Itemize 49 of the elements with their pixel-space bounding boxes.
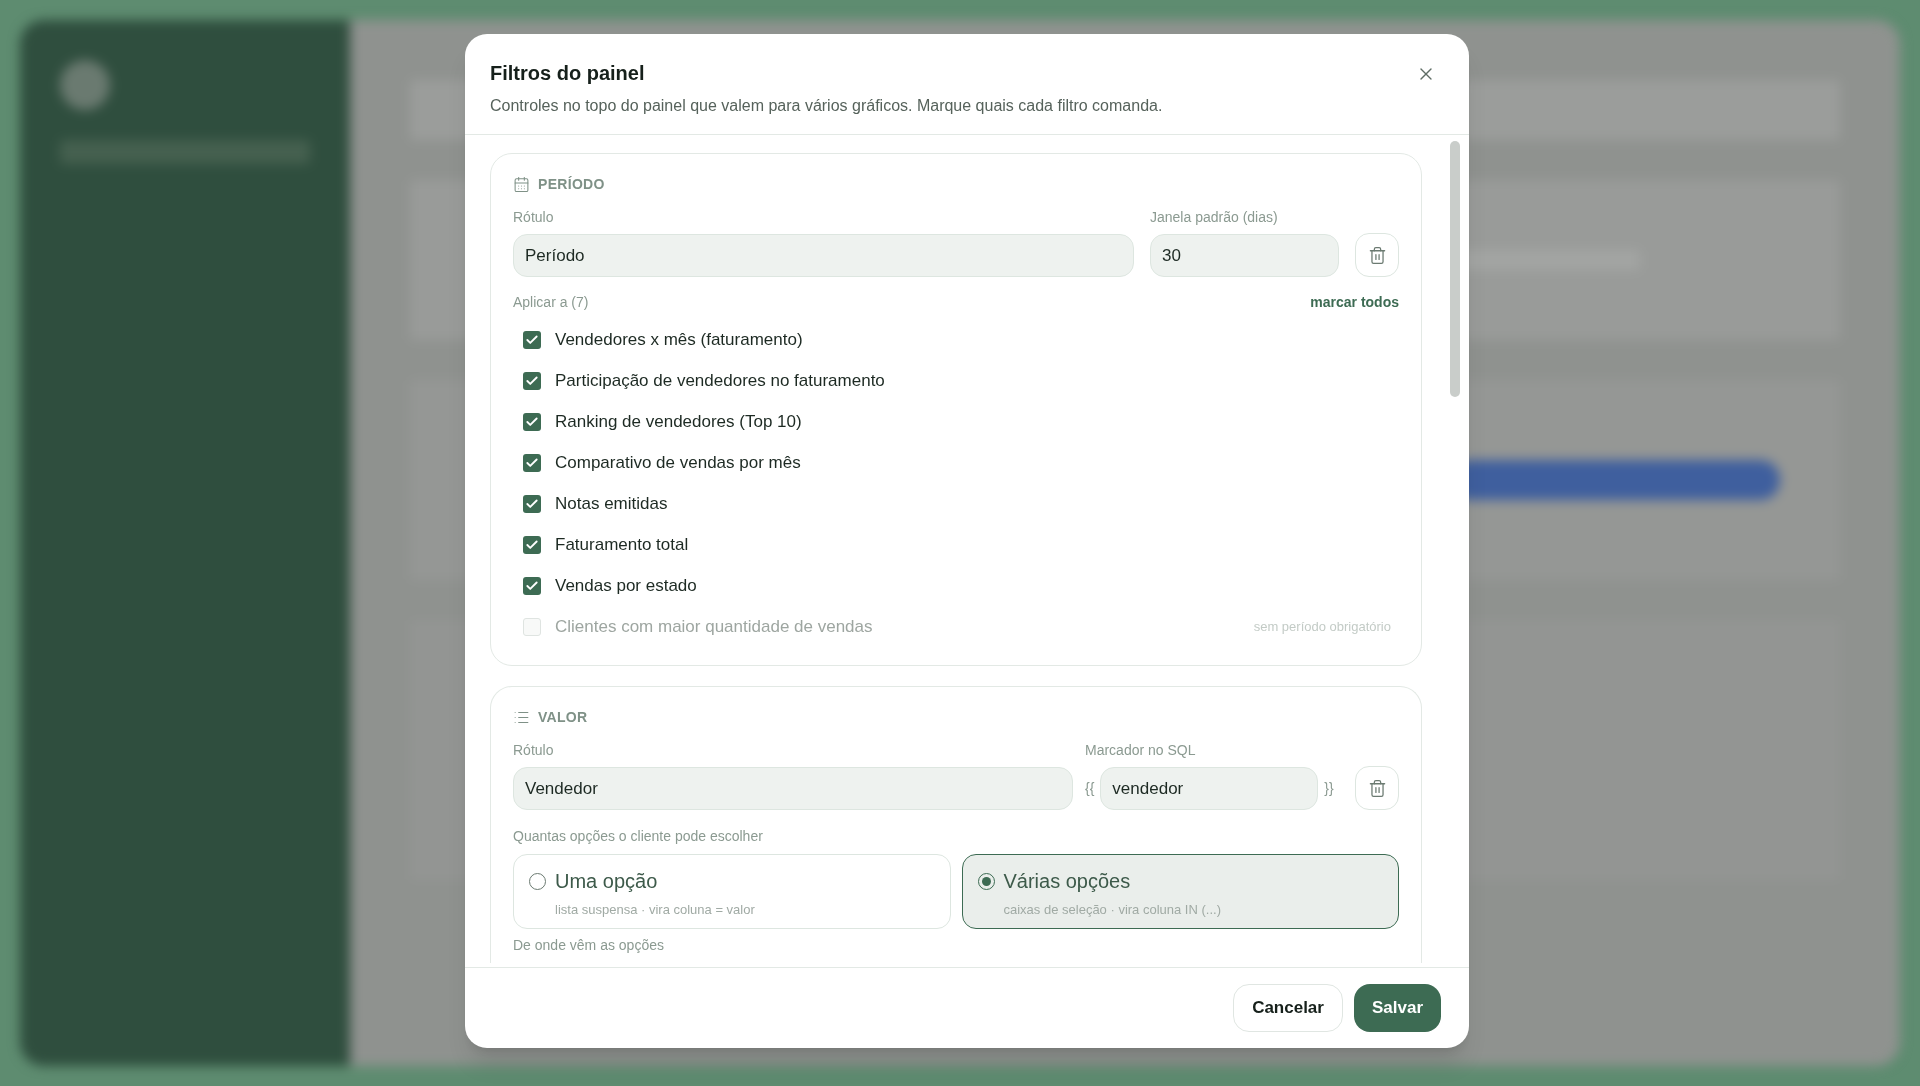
dialog-subtitle: Controles no topo do painel que valem para vários gráficos. Marque quais cada filtro comanda. xyxy=(490,96,1163,116)
delete-button[interactable] xyxy=(1355,233,1399,277)
chart-name: Comparativo de vendas por mês xyxy=(555,451,801,474)
brace-text: }} xyxy=(1324,779,1334,798)
delete-button[interactable] xyxy=(1355,766,1399,810)
choice-title: Uma opção xyxy=(555,869,658,894)
chart-name: Clientes com maior quantidade de vendas xyxy=(555,615,873,638)
choice-hint: lista suspensa · vira coluna = valor xyxy=(555,901,756,919)
scrollbar[interactable] xyxy=(1450,141,1460,397)
chart-name: Participação de vendedores no faturamento xyxy=(555,369,885,392)
chart-name: Vendas por estado xyxy=(555,574,697,597)
field-label: Rótulo xyxy=(513,741,555,760)
note-text: sem período obrigatório xyxy=(1253,617,1391,636)
checkbox[interactable] xyxy=(523,576,541,595)
dialog-title: Filtros do painel xyxy=(490,61,646,86)
calendar-icon xyxy=(513,176,530,193)
label-input[interactable]: Vendedor xyxy=(513,767,1073,810)
chart-name: Ranking de vendedores (Top 10) xyxy=(555,410,802,433)
chart-name: Notas emitidas xyxy=(555,492,668,515)
cancel-button[interactable]: Cancelar xyxy=(1233,984,1343,1032)
choice-card[interactable]: Uma opção lista suspensa · vira coluna = valor xyxy=(513,854,951,929)
save-button[interactable]: Salvar xyxy=(1353,984,1441,1032)
checkbox[interactable] xyxy=(523,412,541,431)
field-label: Rótulo xyxy=(513,208,555,227)
trash-icon xyxy=(1367,778,1387,798)
field-label: Marcador no SQL xyxy=(1085,741,1197,760)
brace-text: {{ xyxy=(1085,779,1095,798)
days-input[interactable]: 30 xyxy=(1150,234,1339,277)
chart-name: Faturamento total xyxy=(555,533,689,556)
trash-icon xyxy=(1367,245,1387,265)
chart-name: Vendedores x mês (faturamento) xyxy=(555,328,803,351)
checkbox[interactable] xyxy=(523,453,541,472)
list-icon xyxy=(513,709,530,726)
marker-input[interactable]: vendedor xyxy=(1100,767,1319,810)
section-heading: PERÍODO xyxy=(538,175,605,194)
field-label: Quantas opções o cliente pode escolher xyxy=(513,828,763,844)
field-label: Aplicar a (7) xyxy=(513,293,589,312)
choice-title: Várias opções xyxy=(1003,869,1131,894)
checkbox[interactable] xyxy=(523,371,541,390)
section-heading: VALOR xyxy=(538,708,588,727)
checkbox[interactable] xyxy=(523,535,541,554)
choice-card[interactable]: Várias opções caixas de seleção · vira coluna IN (...) xyxy=(961,854,1399,929)
choice-hint: caixas de seleção · vira coluna IN (...) xyxy=(1003,901,1222,919)
checkbox[interactable] xyxy=(523,494,541,513)
checkbox[interactable] xyxy=(523,330,541,349)
field-label: Janela padrão (dias) xyxy=(1150,208,1279,227)
field-label: De onde vêm as opções xyxy=(513,936,664,953)
label-input[interactable]: Período xyxy=(513,234,1134,277)
select-all-link[interactable]: marcar todos xyxy=(1310,292,1399,313)
